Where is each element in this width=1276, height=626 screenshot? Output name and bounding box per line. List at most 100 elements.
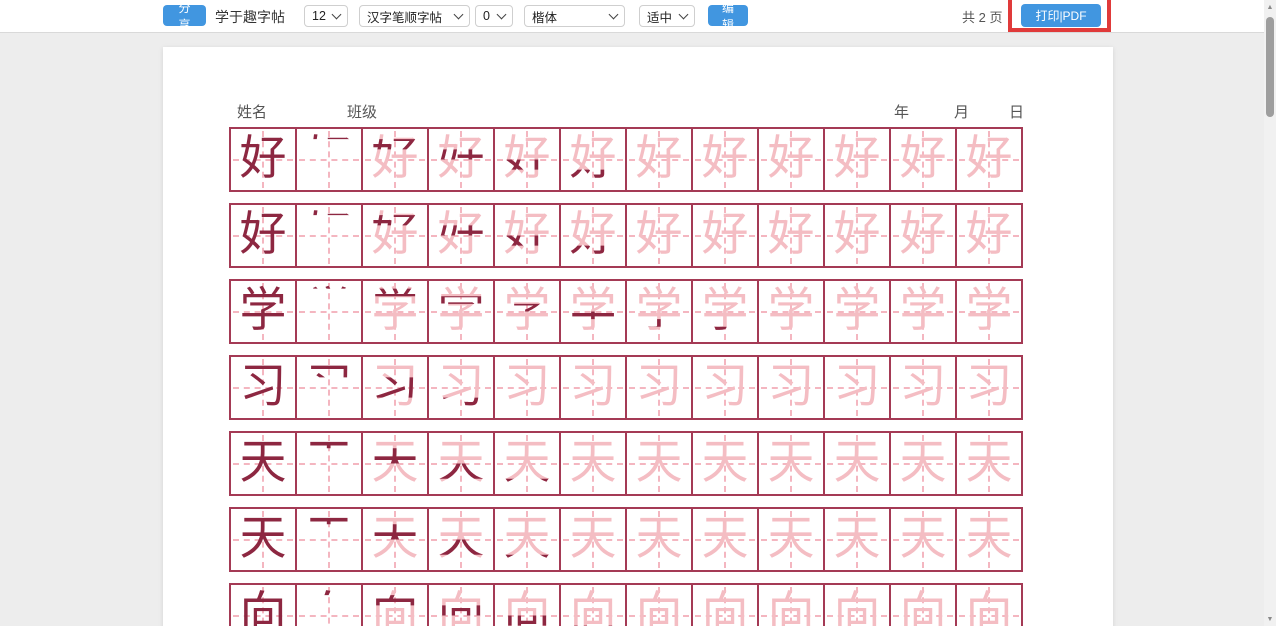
spacing-select[interactable]: 0 bbox=[475, 5, 513, 27]
character-glyph-dark: 向 bbox=[231, 585, 295, 626]
character-glyph-trace: 好 bbox=[957, 129, 1021, 190]
guide-line-horizontal bbox=[299, 311, 359, 313]
chevron-down-icon bbox=[497, 9, 507, 19]
character-glyph-trace: 天 bbox=[891, 509, 955, 570]
character-glyph-trace: 天 bbox=[693, 509, 757, 570]
character-glyph-trace: 天 bbox=[561, 509, 625, 570]
spacing-value: 0 bbox=[483, 9, 490, 23]
character-glyph-trace: 天 bbox=[825, 433, 889, 494]
practice-cell: 学学 bbox=[428, 280, 494, 343]
character-glyph-trace: 学 bbox=[627, 281, 691, 342]
practice-cell: 习习 bbox=[362, 356, 428, 419]
month-label: 月 bbox=[954, 101, 969, 122]
character-glyph-trace: 天 bbox=[759, 433, 823, 494]
character-glyph-trace: 向 bbox=[561, 585, 625, 626]
practice-cell: 向 bbox=[956, 584, 1022, 626]
font-size-value: 12 bbox=[312, 9, 326, 23]
practice-row: 向向向向向向向向向向向向向向向向向 bbox=[229, 583, 1023, 626]
practice-cell: 天 bbox=[230, 432, 296, 495]
font-family-value: 楷体 bbox=[532, 7, 557, 26]
character-glyph-trace: 好 bbox=[891, 205, 955, 266]
practice-cell: 向向 bbox=[362, 584, 428, 626]
character-glyph-trace: 好 bbox=[561, 129, 625, 190]
character-glyph-trace: 天 bbox=[627, 509, 691, 570]
practice-cell: 好 bbox=[692, 128, 758, 191]
practice-cell: 向向 bbox=[494, 584, 560, 626]
practice-cell: 向 bbox=[296, 584, 362, 626]
practice-cell: 好 bbox=[230, 128, 296, 191]
character-glyph-trace: 好 bbox=[363, 205, 427, 266]
practice-cell: 天 bbox=[758, 508, 824, 571]
practice-row: 天天天天天天天天天天天天天天天 bbox=[229, 431, 1023, 496]
scrollbar[interactable]: ▲ ▼ bbox=[1264, 0, 1276, 626]
edit-button[interactable]: 编辑 bbox=[708, 5, 748, 26]
practice-cell: 好好 bbox=[626, 204, 692, 267]
practice-cell: 天 bbox=[560, 432, 626, 495]
character-glyph-trace: 好 bbox=[561, 205, 625, 266]
practice-row: 天天天天天天天天天天天天天天天 bbox=[229, 507, 1023, 572]
scroll-up-icon[interactable]: ▲ bbox=[1264, 0, 1276, 14]
practice-cell: 天 bbox=[692, 432, 758, 495]
practice-row: 学学学学学学学学学学学学学学学学学学学 bbox=[229, 279, 1023, 344]
character-glyph-trace: 天 bbox=[363, 509, 427, 570]
practice-cell: 天天 bbox=[362, 432, 428, 495]
character-glyph-trace: 天 bbox=[825, 509, 889, 570]
practice-cell: 天 bbox=[956, 432, 1022, 495]
character-glyph-trace: 学 bbox=[957, 281, 1021, 342]
practice-cell: 向向 bbox=[626, 584, 692, 626]
day-label: 日 bbox=[1009, 101, 1024, 122]
density-value: 适中 bbox=[647, 7, 672, 26]
practice-cell: 好好 bbox=[362, 128, 428, 191]
practice-cell: 好好 bbox=[362, 204, 428, 267]
character-glyph-trace: 好 bbox=[957, 205, 1021, 266]
practice-cell: 学 bbox=[824, 280, 890, 343]
sheet-type-select[interactable]: 汉字笔顺字帖 bbox=[359, 5, 470, 27]
app-viewport: 分享 学于趣字帖 12 汉字笔顺字帖 0 楷体 适中 编辑 共 2 页 打印|P… bbox=[0, 0, 1276, 626]
character-glyph-dark: 天 bbox=[231, 509, 295, 570]
practice-cell: 天 bbox=[626, 432, 692, 495]
practice-grid: 好好好好好好好好好好好好好好好好好好好好好好好好好好好好好好好好好好学学学学学学… bbox=[229, 127, 1023, 626]
practice-row: 习习习习习习习习习习习习习习 bbox=[229, 355, 1023, 420]
character-glyph-trace: 好 bbox=[693, 205, 757, 266]
practice-row: 好好好好好好好好好好好好好好好好好 bbox=[229, 127, 1023, 192]
font-family-select[interactable]: 楷体 bbox=[524, 5, 625, 27]
practice-cell: 向向 bbox=[428, 584, 494, 626]
practice-cell: 好 bbox=[956, 128, 1022, 191]
character-glyph-trace: 向 bbox=[957, 585, 1021, 626]
character-glyph-trace: 向 bbox=[759, 585, 823, 626]
practice-cell: 好 bbox=[890, 128, 956, 191]
guide-line-horizontal bbox=[299, 159, 359, 161]
print-pdf-button[interactable]: 打印|PDF bbox=[1021, 4, 1101, 27]
character-glyph-trace: 天 bbox=[957, 433, 1021, 494]
practice-cell: 好 bbox=[296, 204, 362, 267]
practice-cell: 学 bbox=[956, 280, 1022, 343]
scrollbar-thumb[interactable] bbox=[1266, 17, 1274, 117]
practice-cell: 习 bbox=[890, 356, 956, 419]
toolbar: 分享 学于趣字帖 12 汉字笔顺字帖 0 楷体 适中 编辑 共 2 页 打印|P… bbox=[0, 0, 1264, 33]
practice-cell: 学 bbox=[890, 280, 956, 343]
practice-cell: 好好 bbox=[494, 204, 560, 267]
practice-row: 好好好好好好好好好好好好好好好好好 bbox=[229, 203, 1023, 268]
share-button[interactable]: 分享 bbox=[163, 5, 206, 26]
character-glyph-trace: 习 bbox=[693, 357, 757, 418]
character-glyph-trace: 习 bbox=[627, 357, 691, 418]
practice-cell: 好好 bbox=[428, 204, 494, 267]
practice-cell: 天 bbox=[956, 508, 1022, 571]
character-glyph-trace: 天 bbox=[891, 433, 955, 494]
character-glyph-trace: 向 bbox=[363, 585, 427, 626]
font-size-select[interactable]: 12 bbox=[304, 5, 348, 27]
practice-cell: 学 bbox=[296, 280, 362, 343]
practice-cell: 好 bbox=[692, 204, 758, 267]
character-glyph-trace: 好 bbox=[693, 129, 757, 190]
practice-cell: 天 bbox=[296, 432, 362, 495]
practice-cell: 习 bbox=[626, 356, 692, 419]
scroll-down-icon[interactable]: ▼ bbox=[1264, 612, 1276, 626]
practice-cell: 天 bbox=[560, 508, 626, 571]
character-glyph-trace: 学 bbox=[759, 281, 823, 342]
practice-cell: 天 bbox=[890, 508, 956, 571]
density-select[interactable]: 适中 bbox=[639, 5, 695, 27]
character-glyph-trace: 向 bbox=[693, 585, 757, 626]
character-glyph-trace: 天 bbox=[561, 433, 625, 494]
character-glyph-trace: 学 bbox=[495, 281, 559, 342]
chevron-down-icon bbox=[332, 9, 342, 19]
